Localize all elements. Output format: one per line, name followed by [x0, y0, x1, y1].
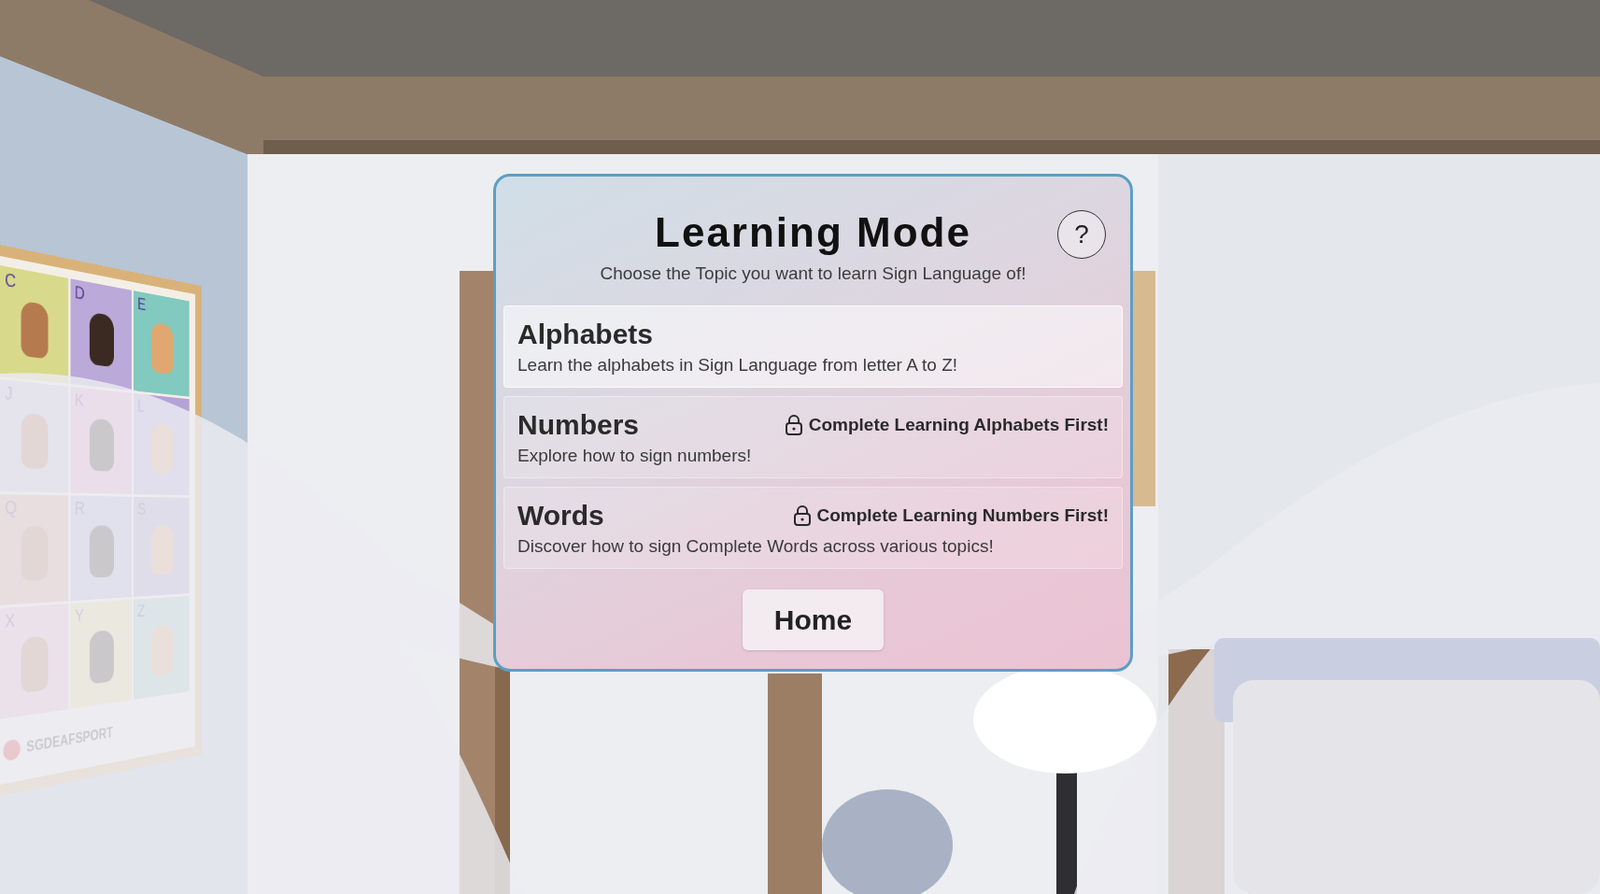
beam-edge	[247, 140, 1600, 155]
topic-item[interactable]: Numbers Complete Learning Alphabets First…	[503, 396, 1123, 479]
topic-description: Discover how to sign Complete Words acro…	[517, 535, 1109, 559]
help-button[interactable]: ?	[1057, 210, 1106, 259]
topic-title: Alphabets	[517, 318, 653, 352]
learning-mode-panel: Learning Mode Choose the Topic you want t…	[493, 173, 1133, 672]
home-button[interactable]: Home	[742, 589, 884, 651]
tile-letter: C	[4, 269, 16, 291]
floor-shadow	[821, 789, 953, 894]
panel-title: Learning Mode	[568, 210, 1058, 255]
lock-message: Complete Learning Alphabets First!	[784, 413, 1109, 437]
topic-description: Learn the alphabets in Sign Language fro…	[517, 353, 1109, 378]
corner-trim	[0, 0, 264, 155]
left-hand-icon[interactable]	[0, 372, 531, 894]
hand-sign-icon	[151, 322, 174, 375]
lamp-shade	[973, 665, 1157, 774]
padlock-icon	[792, 504, 812, 527]
topic-list: AlphabetsLearn the alphabets in Sign Lan…	[503, 305, 1123, 569]
topic-item[interactable]: AlphabetsLearn the alphabets in Sign Lan…	[503, 305, 1123, 388]
poster-tile: E	[133, 290, 190, 397]
padlock-icon	[784, 413, 804, 437]
vr-scene: CDEJKLQRSXYZSGDEAFSPORTLearning ModeChoo…	[0, 0, 1600, 894]
hand-sign-icon	[21, 300, 49, 360]
hand-sign-icon	[89, 311, 114, 368]
right-hand-icon[interactable]	[1074, 382, 1600, 894]
door-post	[767, 673, 822, 894]
topic-description: Explore how to sign numbers!	[517, 444, 1109, 468]
door-frame-right	[1132, 270, 1156, 507]
topic-title: Numbers	[517, 409, 639, 442]
topic-title: Words	[517, 499, 605, 533]
lock-message: Complete Learning Numbers First!	[792, 504, 1110, 527]
poster-tile: D	[70, 278, 132, 391]
topic-item[interactable]: Words Complete Learning Numbers First! Dis…	[503, 486, 1123, 569]
tile-letter: E	[137, 294, 146, 313]
panel-header: Learning Mode Choose the Topic you want t…	[503, 210, 1123, 285]
ceiling-beam	[247, 76, 1600, 155]
tile-letter: D	[74, 283, 85, 303]
panel-subtitle: Choose the Topic you want to learn Sign …	[568, 262, 1058, 285]
poster-tile: C	[0, 265, 69, 384]
